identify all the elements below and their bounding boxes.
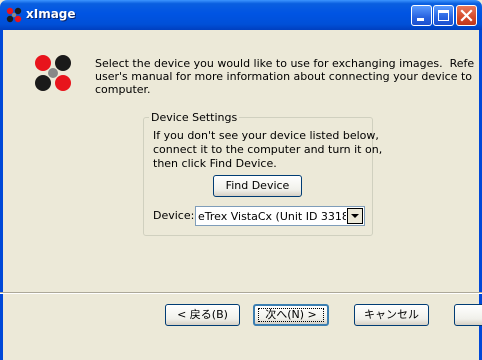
group-title: Device Settings <box>149 111 240 124</box>
window-frame-left <box>0 30 3 360</box>
help-button[interactable] <box>454 304 482 326</box>
dropdown-button[interactable] <box>347 208 363 224</box>
window-title: xImage <box>26 7 76 21</box>
chevron-down-icon <box>351 214 359 218</box>
find-device-button[interactable]: Find Device <box>213 175 302 197</box>
maximize-button[interactable] <box>433 5 454 26</box>
device-label: Device: <box>153 209 195 222</box>
next-button[interactable]: 次へ(N) > <box>253 304 329 326</box>
device-select[interactable]: eTrex VistaCx (Unit ID 331848 <box>195 206 365 226</box>
ximage-logo-icon <box>6 7 22 23</box>
minimize-button[interactable] <box>411 5 432 26</box>
focus-rectangle <box>258 308 324 322</box>
back-button[interactable]: < 戻る(B) <box>165 304 240 326</box>
intro-text: Select the device you would like to use … <box>95 57 475 96</box>
ximage-logo-icon <box>35 55 71 91</box>
help-text: If you don't see your device listed belo… <box>153 129 383 170</box>
footer-separator <box>0 292 482 294</box>
device-select-value: eTrex VistaCx (Unit ID 331848 <box>198 210 346 223</box>
wizard-window: xImage Select the device you would like … <box>0 0 482 360</box>
close-button[interactable] <box>456 5 477 26</box>
minimize-icon <box>417 18 424 21</box>
close-icon <box>460 9 473 22</box>
title-bar[interactable]: xImage <box>0 0 482 30</box>
cancel-button[interactable]: キャンセル <box>354 304 429 326</box>
maximize-icon <box>438 10 449 21</box>
